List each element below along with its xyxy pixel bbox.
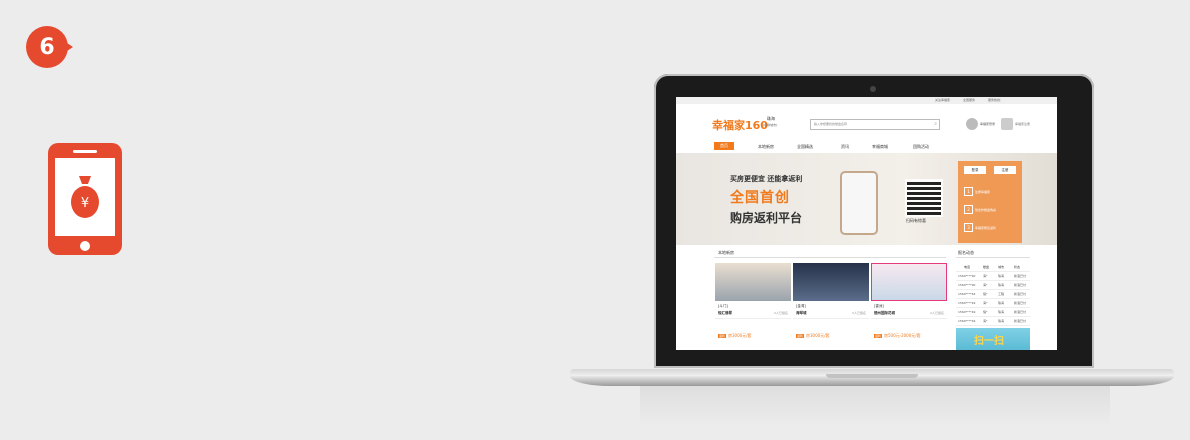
nav-item-group[interactable]: 团购活动 (913, 144, 929, 150)
table-header: 电话 楼盘 城市 状态 (956, 263, 1030, 272)
search-placeholder: 输入你想要找的楼盘名称 (814, 122, 848, 126)
qr-code (905, 179, 943, 217)
badge-pointer (64, 41, 73, 53)
section-signup-title: 报名动态 (958, 250, 974, 255)
site-city: 珠海 (767, 116, 775, 121)
site-logo[interactable]: 幸福家160 (712, 117, 768, 133)
site-topbar: 关注幸福家 全国服务 服务热线： (676, 97, 1057, 104)
svg-text:¥: ¥ (81, 196, 89, 211)
property-price: 返利 房3000元/套 (796, 333, 830, 338)
property-card[interactable]: [金湾] 海琴城 0人已报名 返利 房3000元/套 (793, 263, 869, 341)
qr-caption: 扫码有惊喜 (906, 218, 926, 223)
panel-step: 3 幸福家帮您返利 (964, 223, 996, 232)
panel-login-tab[interactable]: 登录 (964, 166, 986, 174)
laptop-screen: 关注幸福家 全国服务 服务热线： 幸福家160 珠海 [切换城市] 输入你想要找… (676, 97, 1057, 350)
nav-item-news[interactable]: 资讯 (841, 144, 849, 150)
laptop-reflection (640, 386, 1110, 426)
table-row: 1560****63 恒* 工程 新浪已付 (956, 290, 1030, 299)
table-row: 1560****49 海* 珠海 新浪已付 (956, 317, 1030, 326)
topbar-link[interactable]: 服务热线： (988, 98, 1003, 102)
login-link[interactable]: 幸福家登录 (980, 122, 995, 126)
laptop-camera (870, 86, 876, 92)
hero-banner[interactable]: 买房更便宜 还能拿返利 全国首创 购房返利平台 扫码有惊喜 登录 注册 1 注册幸… (676, 153, 1057, 245)
property-name[interactable]: 恒汇翡翠 (718, 311, 732, 316)
login-avatar-icon[interactable] (966, 118, 978, 130)
property-image (793, 263, 869, 301)
ad-text: 扫一扫 (974, 336, 1004, 347)
login-panel: 登录 注册 1 注册幸福家 2 到合作楼盘购房 3 幸福家帮您返利 (958, 161, 1022, 243)
signup-table: 电话 楼盘 城市 状态 1560****90 海* 珠海 新浪已付 1560****9… (956, 263, 1030, 326)
property-price: 返利 房500元-2000元/套 (874, 333, 921, 338)
banner-line3: 购房返利平台 (730, 211, 803, 225)
panel-register-tab[interactable]: 注册 (994, 166, 1016, 174)
scan-ad-banner[interactable]: 扫一扫 (956, 328, 1030, 350)
property-card[interactable]: [斗门] 恒汇翡翠 0人已报名 返利 房3000元/套 (715, 263, 791, 341)
step-badge: 6 (26, 26, 76, 68)
property-name[interactable]: 海琴城 (796, 311, 807, 316)
topbar-link[interactable]: 全国服务 (963, 98, 975, 102)
register-icon[interactable] (1001, 118, 1013, 130)
property-image (871, 263, 947, 301)
money-bag-icon: ¥ (71, 176, 99, 218)
property-fans: 0人已报名 (930, 311, 944, 315)
nav-item-national[interactable]: 全国精选 (797, 144, 813, 150)
phone-home-button (80, 241, 90, 251)
property-price: 返利 房3000元/套 (718, 333, 752, 338)
phone-money-icon: ¥ (48, 143, 122, 255)
property-district: [金湾] (796, 304, 806, 308)
panel-step: 2 到合作楼盘购房 (964, 205, 996, 214)
table-row: 1560****90 海* 珠海 新浪已付 (956, 281, 1030, 290)
site-search-input[interactable]: 输入你想要找的楼盘名称 ⌕ (810, 119, 940, 130)
register-link[interactable]: 幸福家注册 (1015, 122, 1030, 126)
property-name[interactable]: 德州国际花城 (874, 311, 895, 316)
banner-line1: 买房更便宜 还能拿返利 (730, 175, 803, 183)
table-row: 1560****49 恒* 珠海 新浪已付 (956, 308, 1030, 317)
property-image (715, 263, 791, 301)
table-row: 1560****90 海* 珠海 新浪已付 (956, 272, 1030, 281)
nav-item-home[interactable]: 首页 (714, 142, 734, 150)
card-divider (793, 318, 869, 319)
nav-item-local[interactable]: 本地新房 (758, 144, 774, 150)
phone-screen: ¥ (55, 158, 115, 236)
search-icon[interactable]: ⌕ (934, 121, 937, 127)
nav-item-mall[interactable]: 幸福商城 (872, 144, 888, 150)
card-divider (715, 318, 791, 319)
table-row: 1560****49 海* 珠海 新浪已付 (956, 299, 1030, 308)
card-divider (871, 318, 947, 319)
topbar-link[interactable]: 关注幸福家 (935, 98, 950, 102)
city-switch-link[interactable]: [切换城市] (763, 123, 777, 127)
laptop-notch (826, 374, 918, 378)
section-local-title: 本地新房 (718, 250, 734, 255)
property-district: [香洲] (874, 304, 884, 308)
panel-step: 1 注册幸福家 (964, 187, 990, 196)
property-fans: 0人已报名 (774, 311, 788, 315)
step-number: 6 (26, 26, 68, 68)
property-card[interactable]: [香洲] 德州国际花城 0人已报名 返利 房500元-2000元/套 (871, 263, 947, 341)
property-district: [斗门] (718, 304, 728, 308)
banner-line2: 全国首创 (730, 190, 790, 206)
property-fans: 0人已报名 (852, 311, 866, 315)
section-divider (714, 257, 946, 258)
section-divider (956, 257, 1030, 258)
phone-speaker (73, 150, 97, 153)
banner-phone-image (840, 171, 878, 235)
